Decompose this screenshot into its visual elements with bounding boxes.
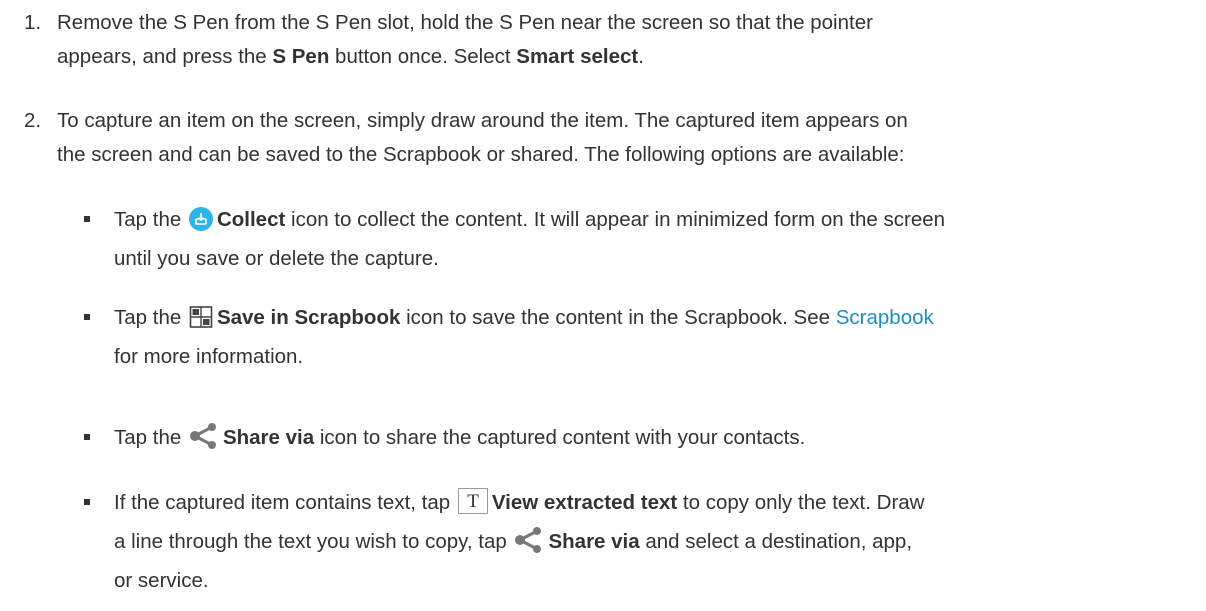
s-pen-term: S Pen bbox=[272, 45, 330, 68]
collect-term: Collect bbox=[216, 208, 286, 231]
share-via-term: Share via bbox=[548, 530, 640, 553]
step-text-part: appears, and press the bbox=[57, 45, 273, 68]
bullet-text-part: If the captured item contains text, tap bbox=[114, 491, 456, 514]
bullet-text-part: Tap the bbox=[114, 306, 187, 329]
bullet-line: a line through the text you wish to copy… bbox=[114, 525, 1190, 564]
step-1: 1. Remove the S Pen from the S Pen slot,… bbox=[0, 6, 1190, 74]
step-text-part: . bbox=[638, 45, 644, 68]
share-icon bbox=[514, 527, 544, 564]
bullet-collect: Tap the Collect icon to collect the cont… bbox=[0, 203, 1190, 276]
share-via-term: Share via bbox=[222, 426, 315, 449]
bullet-text: If the captured item contains text, tap … bbox=[114, 486, 1190, 598]
collect-icon bbox=[188, 207, 213, 242]
step-number: 2. bbox=[24, 109, 42, 132]
bullet-text-part: and select a destination, app, bbox=[639, 530, 913, 553]
step-line: Remove the S Pen from the S Pen slot, ho… bbox=[57, 6, 1190, 40]
bullet-text-part: Tap the bbox=[114, 208, 187, 231]
bullet-line: If the captured item contains text, tap … bbox=[114, 486, 1190, 525]
step-line: To capture an item on the screen, simply… bbox=[57, 104, 1190, 138]
scrapbook-icon bbox=[189, 305, 213, 340]
bullet-scrapbook: Tap the Save in Scrapbook icon to save t… bbox=[0, 301, 1190, 374]
scrapbook-link[interactable]: Scrapbook bbox=[836, 306, 934, 329]
smart-select-term: Smart select bbox=[516, 45, 639, 68]
bullet-line: Tap the Save in Scrapbook icon to save t… bbox=[114, 301, 1190, 340]
save-in-scrapbook-term: Save in Scrapbook bbox=[216, 306, 401, 329]
bullet-mark bbox=[84, 314, 90, 320]
bullet-line: for more information. bbox=[114, 340, 1190, 374]
step-text-part: Remove the S Pen from the S Pen slot, ho… bbox=[57, 11, 873, 34]
share-icon bbox=[189, 423, 219, 460]
bullet-line: Tap the Collect icon to collect the cont… bbox=[114, 203, 1190, 242]
bullet-extract: If the captured item contains text, tap … bbox=[0, 486, 1190, 598]
bullet-text-part: or service. bbox=[114, 569, 209, 592]
instructions-page: 1. Remove the S Pen from the S Pen slot,… bbox=[0, 0, 1206, 611]
bullet-text-part: until you save or delete the capture. bbox=[114, 247, 439, 270]
bullet-text-part: icon to share the captured content with … bbox=[314, 426, 806, 449]
step-line: appears, and press the S Pen button once… bbox=[57, 40, 1190, 74]
step-text-part: To capture an item on the screen, simply… bbox=[57, 109, 908, 132]
bullet-line: Tap the Share via icon to share the capt… bbox=[114, 421, 1190, 460]
step-line: the screen and can be saved to the Scrap… bbox=[57, 138, 1190, 172]
bullet-mark bbox=[84, 499, 90, 505]
step-2: 2. To capture an item on the screen, sim… bbox=[0, 104, 1190, 172]
bullet-text: Tap the Save in Scrapbook icon to save t… bbox=[114, 301, 1190, 374]
text-extract-icon: T bbox=[457, 488, 488, 525]
bullet-text: Tap the Collect icon to collect the cont… bbox=[114, 203, 1190, 276]
view-extracted-text-term: View extracted text bbox=[491, 491, 678, 514]
bullet-text-part: Tap the bbox=[114, 426, 187, 449]
bullet-text-part: icon to save the content in the Scrapboo… bbox=[400, 306, 836, 329]
step-number: 1. bbox=[24, 11, 42, 34]
bullet-text: Tap the Share via icon to share the capt… bbox=[114, 421, 1190, 460]
bullet-text-part: a line through the text you wish to copy… bbox=[114, 530, 513, 553]
bullet-text-part: for more information. bbox=[114, 345, 304, 368]
svg-text:T: T bbox=[467, 491, 479, 512]
step-text: To capture an item on the screen, simply… bbox=[57, 104, 1190, 172]
bullet-line: or service. bbox=[114, 564, 1190, 598]
bullet-mark bbox=[84, 434, 90, 440]
step-text-part: the screen and can be saved to the Scrap… bbox=[57, 143, 905, 166]
step-text-part: button once. Select bbox=[329, 45, 517, 68]
bullet-share: Tap the Share via icon to share the capt… bbox=[0, 421, 1190, 460]
step-text: Remove the S Pen from the S Pen slot, ho… bbox=[57, 6, 1190, 74]
bullet-mark bbox=[84, 216, 90, 222]
bullet-line: until you save or delete the capture. bbox=[114, 242, 1190, 276]
bullet-text-part: to copy only the text. Draw bbox=[677, 491, 925, 514]
bullet-text-part: icon to collect the content. It will app… bbox=[285, 208, 946, 231]
